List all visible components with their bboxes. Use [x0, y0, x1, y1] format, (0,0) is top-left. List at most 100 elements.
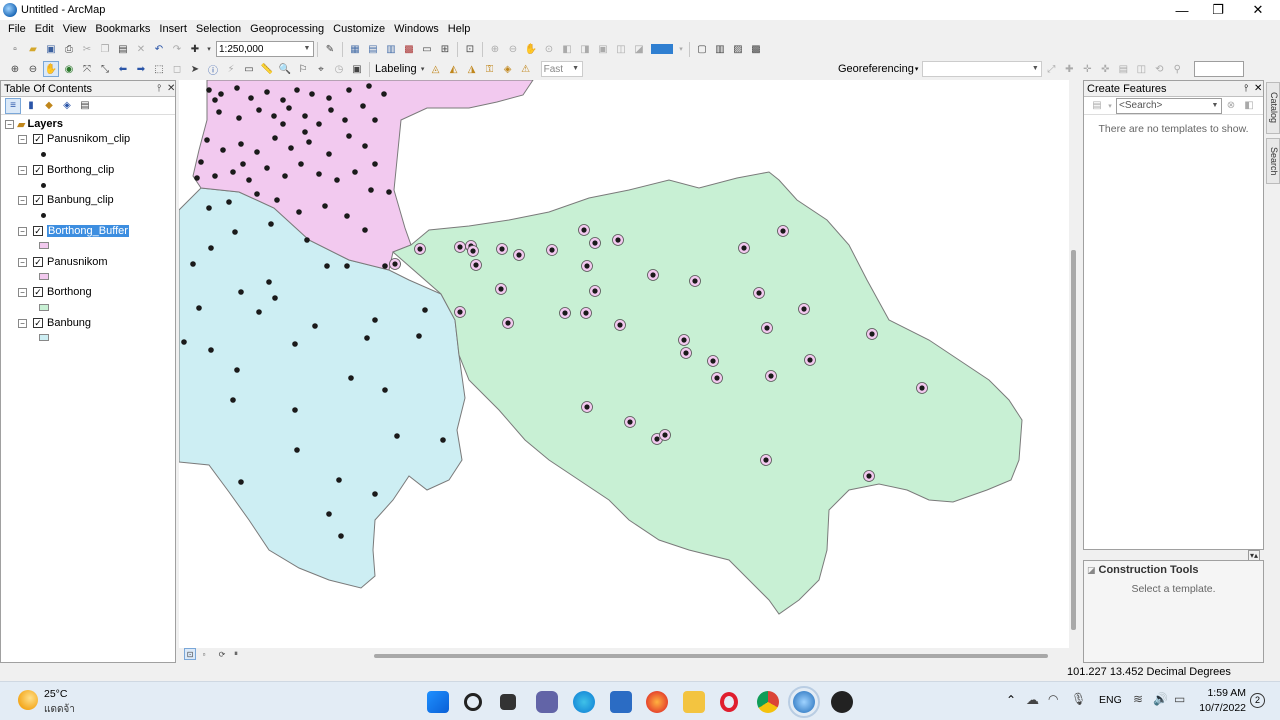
point-feature[interactable]	[372, 317, 378, 323]
point-feature[interactable]	[292, 341, 298, 347]
microphone-icon[interactable]: 🎙	[1071, 692, 1086, 706]
buffered-point-feature[interactable]	[804, 354, 816, 366]
point-feature[interactable]	[271, 113, 277, 119]
go-to-xy-icon[interactable]: ⌖	[313, 61, 329, 77]
buffered-point-feature[interactable]	[580, 307, 592, 319]
chevron-down-icon[interactable]: ▾	[677, 41, 685, 57]
opera-browser-icon[interactable]	[720, 692, 738, 712]
layer-visibility-checkbox[interactable]: ✓	[33, 226, 43, 236]
buffered-point-feature[interactable]	[546, 244, 558, 256]
point-feature[interactable]	[348, 375, 354, 381]
delete-icon[interactable]: ✕	[133, 41, 149, 57]
menu-selection[interactable]: Selection	[192, 20, 245, 39]
model-builder-icon[interactable]: ⊞	[437, 41, 453, 57]
point-feature[interactable]	[234, 367, 240, 373]
layout-tool-7-icon[interactable]: ▣	[595, 41, 611, 57]
map-scale-combo[interactable]: 1:250,000 ▼	[216, 41, 314, 57]
layer-name-selected[interactable]: Borthong_Buffer	[47, 225, 129, 237]
collapse-icon[interactable]: −	[18, 257, 27, 267]
point-feature[interactable]	[294, 87, 300, 93]
point-feature[interactable]	[254, 191, 260, 197]
georeference-layer-combo[interactable]: ▼	[922, 61, 1043, 77]
firefox-icon[interactable]	[646, 691, 668, 713]
list-by-selection-icon[interactable]: ◈	[59, 98, 75, 114]
point-feature[interactable]	[230, 169, 236, 175]
close-button[interactable]: ✕	[1240, 0, 1276, 20]
point-feature[interactable]	[440, 437, 446, 443]
point-feature[interactable]	[386, 189, 392, 195]
point-feature[interactable]	[326, 95, 332, 101]
layer-name[interactable]: Borthong	[47, 286, 92, 298]
input-language[interactable]: ENG	[1099, 694, 1122, 706]
layout-tool-3-icon[interactable]: ✋	[523, 41, 539, 57]
layout-tool-6-icon[interactable]: ◨	[577, 41, 593, 57]
point-feature[interactable]	[381, 91, 387, 97]
point-feature[interactable]	[280, 121, 286, 127]
clear-selection-icon[interactable]: ◻	[169, 61, 185, 77]
point-feature[interactable]	[240, 161, 246, 167]
windows-start-icon[interactable]	[427, 691, 449, 713]
buffered-point-feature[interactable]	[581, 401, 593, 413]
point-feature[interactable]	[309, 91, 315, 97]
forward-icon[interactable]: ➡	[133, 61, 149, 77]
zoom-in-icon[interactable]: ⊕	[7, 61, 23, 77]
georef-tool-2-icon[interactable]: ✚	[1061, 61, 1077, 77]
redo-icon[interactable]: ↷	[169, 41, 185, 57]
copy-icon[interactable]: ❐	[97, 41, 113, 57]
point-feature[interactable]	[346, 87, 352, 93]
layout-view-icon[interactable]: ▫	[198, 648, 210, 660]
point-feature[interactable]	[422, 307, 428, 313]
layout-tool-8-icon[interactable]: ◫	[613, 41, 629, 57]
point-feature[interactable]	[194, 175, 200, 181]
buffered-point-feature[interactable]	[678, 334, 690, 346]
buffered-point-feature[interactable]	[916, 382, 928, 394]
arctoolbox-icon[interactable]: ▩	[401, 41, 417, 57]
search-icon[interactable]	[464, 693, 482, 711]
label-manager-icon[interactable]: ◬	[428, 61, 444, 77]
point-feature[interactable]	[181, 339, 187, 345]
point-feature[interactable]	[232, 229, 238, 235]
point-feature[interactable]	[302, 113, 308, 119]
point-feature[interactable]	[236, 115, 242, 121]
refresh-icon[interactable]: ⟳	[216, 648, 228, 660]
layout-tool-9-icon[interactable]: ◪	[631, 41, 647, 57]
collapse-icon[interactable]: −	[18, 195, 27, 205]
point-feature[interactable]	[362, 143, 368, 149]
point-feature[interactable]	[326, 511, 332, 517]
find-route-icon[interactable]: ⚐	[295, 61, 311, 77]
edge-browser-icon[interactable]	[573, 691, 595, 713]
point-feature[interactable]	[220, 147, 226, 153]
layer-row-banbung-clip[interactable]: − ✓ Banbung_clip	[18, 191, 114, 209]
layer-row-borthong-buffer[interactable]: − ✓ Borthong_Buffer	[18, 222, 129, 240]
point-feature[interactable]	[302, 129, 308, 135]
view-unplaced-labels-icon[interactable]: ⚠	[518, 61, 534, 77]
search-window-icon[interactable]: ▥	[383, 41, 399, 57]
lock-labels-icon[interactable]: ⚿	[482, 61, 498, 77]
point-feature[interactable]	[268, 221, 274, 227]
point-feature[interactable]	[226, 199, 232, 205]
weather-temperature[interactable]: 25°C	[44, 688, 67, 700]
maximize-button[interactable]: ❐	[1200, 0, 1236, 20]
point-feature[interactable]	[274, 197, 280, 203]
point-feature[interactable]	[256, 309, 262, 315]
point-feature[interactable]	[286, 105, 292, 111]
layer-row-borthong[interactable]: − ✓ Borthong	[18, 283, 92, 301]
point-feature[interactable]	[212, 97, 218, 103]
menu-edit[interactable]: Edit	[31, 20, 58, 39]
point-feature[interactable]	[292, 407, 298, 413]
layout-tool-4-icon[interactable]: ⊙	[541, 41, 557, 57]
pan-icon[interactable]: ✋	[43, 61, 59, 77]
collapse-icon[interactable]: −	[18, 226, 27, 236]
chevron-down-icon[interactable]: ▾	[1107, 98, 1113, 114]
zoom-out-icon[interactable]: ⊖	[25, 61, 41, 77]
onedrive-icon[interactable]: ☁	[1026, 692, 1039, 708]
point-feature[interactable]	[312, 323, 318, 329]
labeling-menu[interactable]: Labeling	[375, 63, 417, 75]
point-feature[interactable]	[382, 387, 388, 393]
point-feature[interactable]	[230, 397, 236, 403]
file-explorer-icon[interactable]	[683, 691, 705, 713]
point-feature[interactable]	[212, 173, 218, 179]
layout-tool-1-icon[interactable]: ⊕	[487, 41, 503, 57]
layer-row-banbung[interactable]: − ✓ Banbung	[18, 314, 91, 332]
buffered-point-feature[interactable]	[765, 370, 777, 382]
